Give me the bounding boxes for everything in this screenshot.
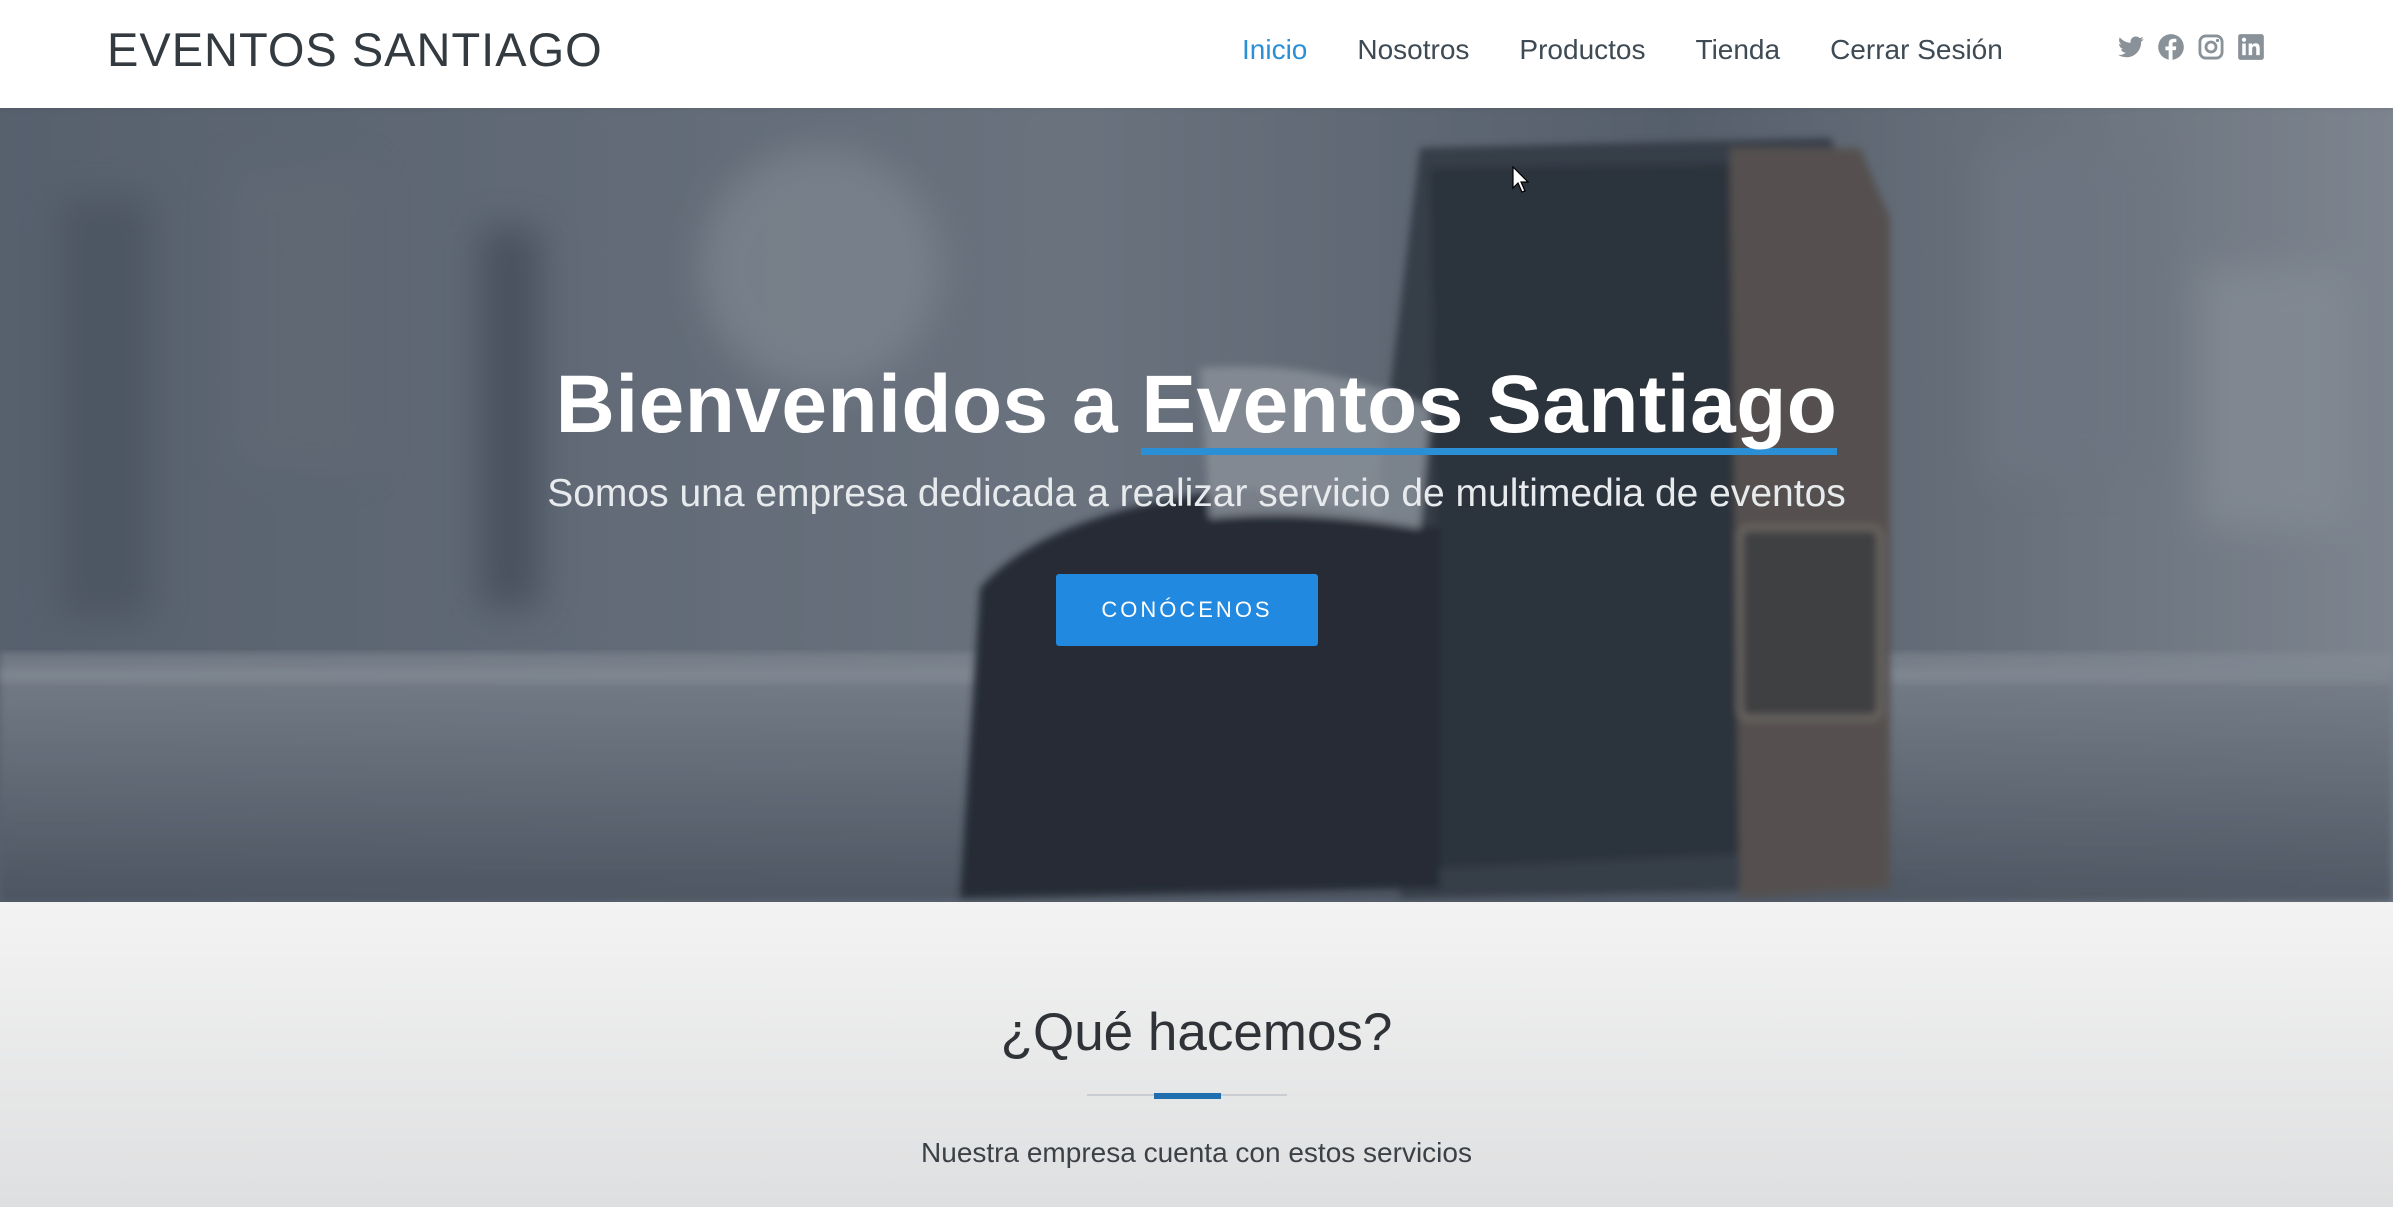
instagram-icon[interactable] (2197, 33, 2225, 61)
hero-title-highlight: Eventos Santiago (1141, 361, 1838, 456)
services-section: ¿Qué hacemos? Nuestra empresa cuenta con… (0, 902, 2393, 1207)
hero-title: Bienvenidos a Eventos Santiago (0, 358, 2393, 456)
hero-title-prefix: Bienvenidos a (555, 359, 1142, 450)
linkedin-icon[interactable] (2237, 33, 2265, 61)
hero-section: Bienvenidos a Eventos Santiago Somos una… (0, 108, 2393, 902)
conocenos-button[interactable]: CONÓCENOS (1056, 574, 1318, 646)
site-header: EVENTOS SANTIAGO Inicio Nosotros Product… (0, 0, 2393, 108)
nav-item-nosotros[interactable]: Nosotros (1357, 34, 1469, 66)
nav-item-tienda[interactable]: Tienda (1696, 34, 1781, 66)
mouse-cursor-icon (1512, 166, 1530, 193)
social-links (2117, 33, 2265, 61)
site-brand[interactable]: EVENTOS SANTIAGO (107, 22, 603, 77)
section-divider-accent (1154, 1093, 1221, 1099)
hero-subtitle: Somos una empresa dedicada a realizar se… (547, 472, 1846, 515)
facebook-icon[interactable] (2157, 33, 2185, 61)
nav-item-inicio[interactable]: Inicio (1242, 34, 1307, 66)
nav-item-productos[interactable]: Productos (1519, 34, 1645, 66)
nav-item-cerrar-sesion[interactable]: Cerrar Sesión (1830, 34, 2003, 66)
twitter-icon[interactable] (2117, 33, 2145, 61)
main-nav: Inicio Nosotros Productos Tienda Cerrar … (1242, 0, 2003, 100)
services-title: ¿Qué hacemos? (1000, 1003, 1393, 1062)
services-subtitle: Nuestra empresa cuenta con estos servici… (921, 1137, 1472, 1168)
